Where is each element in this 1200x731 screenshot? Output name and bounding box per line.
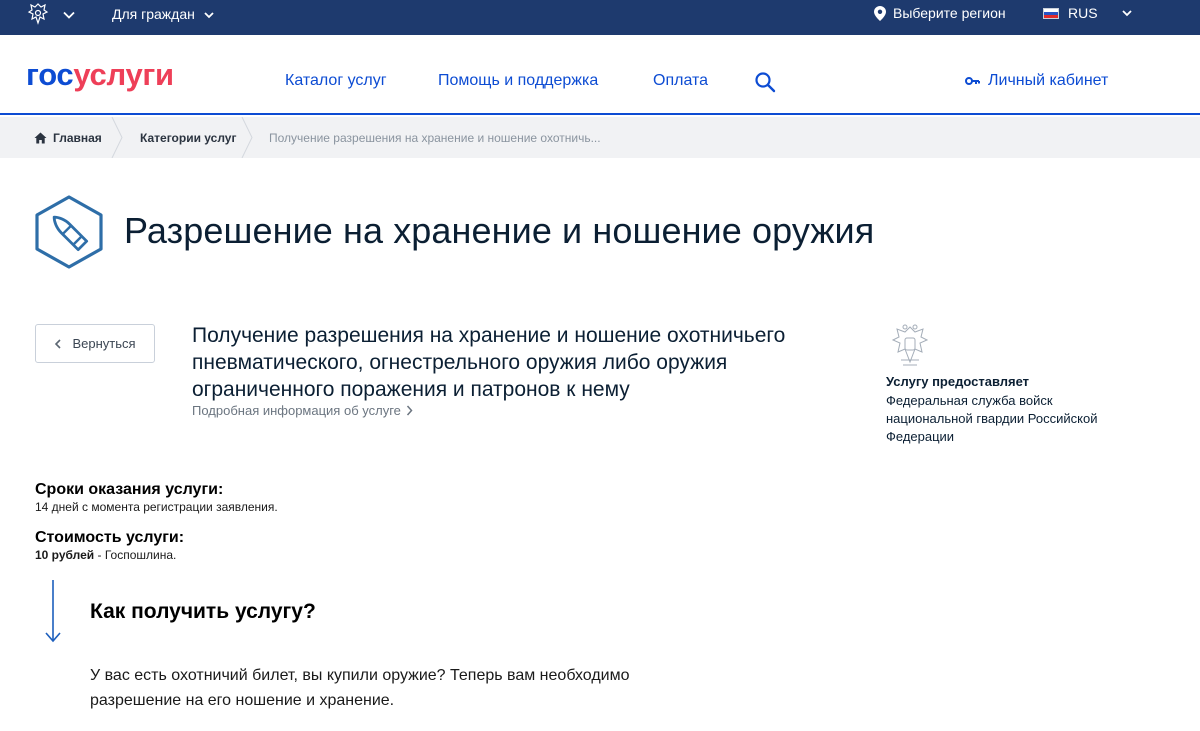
provider-name: Федеральная служба войск национальной гв…: [886, 393, 1098, 444]
logo-part-uslugi: услуги: [73, 57, 174, 92]
breadcrumb: Главная Категории услуг Получение разреш…: [0, 117, 1200, 158]
terms-heading: Сроки оказания услуги:: [35, 481, 224, 498]
personal-cabinet-link[interactable]: Личный кабинет: [965, 71, 1108, 91]
gosuslugi-logo[interactable]: госуслуги: [26, 55, 174, 95]
breadcrumb-home[interactable]: Главная: [34, 117, 102, 158]
bullet-icon: [35, 195, 103, 269]
logo-part-gos: гос: [26, 57, 74, 92]
breadcrumb-current-label: Получение разрешения на хранение и ношен…: [269, 130, 601, 145]
breadcrumb-current: Получение разрешения на хранение и ношен…: [269, 117, 601, 158]
breadcrumb-separator: [111, 117, 123, 158]
region-selector[interactable]: Выберите регион: [874, 5, 1006, 21]
nav-payment[interactable]: Оплата: [653, 71, 708, 91]
cost-amount: 10 рублей: [35, 548, 95, 562]
key-icon: [965, 77, 980, 85]
emblem-icon: [891, 324, 929, 366]
emblem-icon[interactable]: [24, 0, 52, 28]
flag-ru-icon: [1043, 7, 1059, 19]
back-button[interactable]: Вернуться: [35, 324, 155, 363]
back-button-label: Вернуться: [72, 336, 136, 351]
home-icon: [34, 132, 47, 143]
breadcrumb-categories[interactable]: Категории услуг: [140, 117, 236, 158]
language-label: RUS: [1068, 5, 1098, 21]
audience-label: Для граждан: [112, 6, 195, 22]
page-title: Разрешение на хранение и ношение оружия: [124, 210, 875, 251]
breadcrumb-home-label: Главная: [53, 130, 102, 145]
terms-text: 14 дней с момента регистрации заявления.: [35, 500, 278, 514]
region-label: Выберите регион: [893, 5, 1006, 21]
audience-selector[interactable]: Для граждан: [112, 6, 215, 23]
how-heading: Как получить услугу?: [90, 600, 316, 623]
chevron-down-icon[interactable]: [62, 8, 76, 22]
service-details-link[interactable]: Подробная информация об услуге: [192, 403, 413, 418]
nav-catalog[interactable]: Каталог услуг: [285, 71, 387, 91]
cost-heading: Стоимость услуги:: [35, 529, 185, 546]
breadcrumb-separator: [241, 117, 253, 158]
nav-help[interactable]: Помощь и поддержка: [438, 71, 598, 91]
cost-suffix: - Госпошлина.: [94, 548, 177, 562]
search-icon[interactable]: [754, 71, 776, 93]
service-details-label: Подробная информация об услуге: [192, 403, 401, 418]
arrow-down-icon: [45, 580, 61, 643]
language-selector[interactable]: RUS: [1043, 5, 1133, 21]
top-bar: Для граждан Выберите регион RUS: [0, 0, 1200, 35]
chevron-left-icon: [55, 338, 62, 349]
provider-label: Услугу предоставляет: [886, 374, 1030, 389]
how-text: У вас есть охотничий билет, вы купили ор…: [90, 667, 630, 709]
location-pin-icon: [874, 5, 886, 21]
cabinet-label: Личный кабинет: [988, 72, 1109, 89]
cost-text: 10 рублей - Госпошлина.: [35, 548, 176, 562]
chevron-down-icon: [204, 11, 214, 18]
main-header: госуслуги Каталог услуг Помощь и поддерж…: [0, 35, 1200, 115]
chevron-down-icon: [1121, 10, 1132, 17]
breadcrumb-categories-label: Категории услуг: [140, 130, 237, 145]
chevron-right-icon: [406, 405, 413, 416]
service-title: Получение разрешения на хранение и ношен…: [192, 324, 786, 401]
